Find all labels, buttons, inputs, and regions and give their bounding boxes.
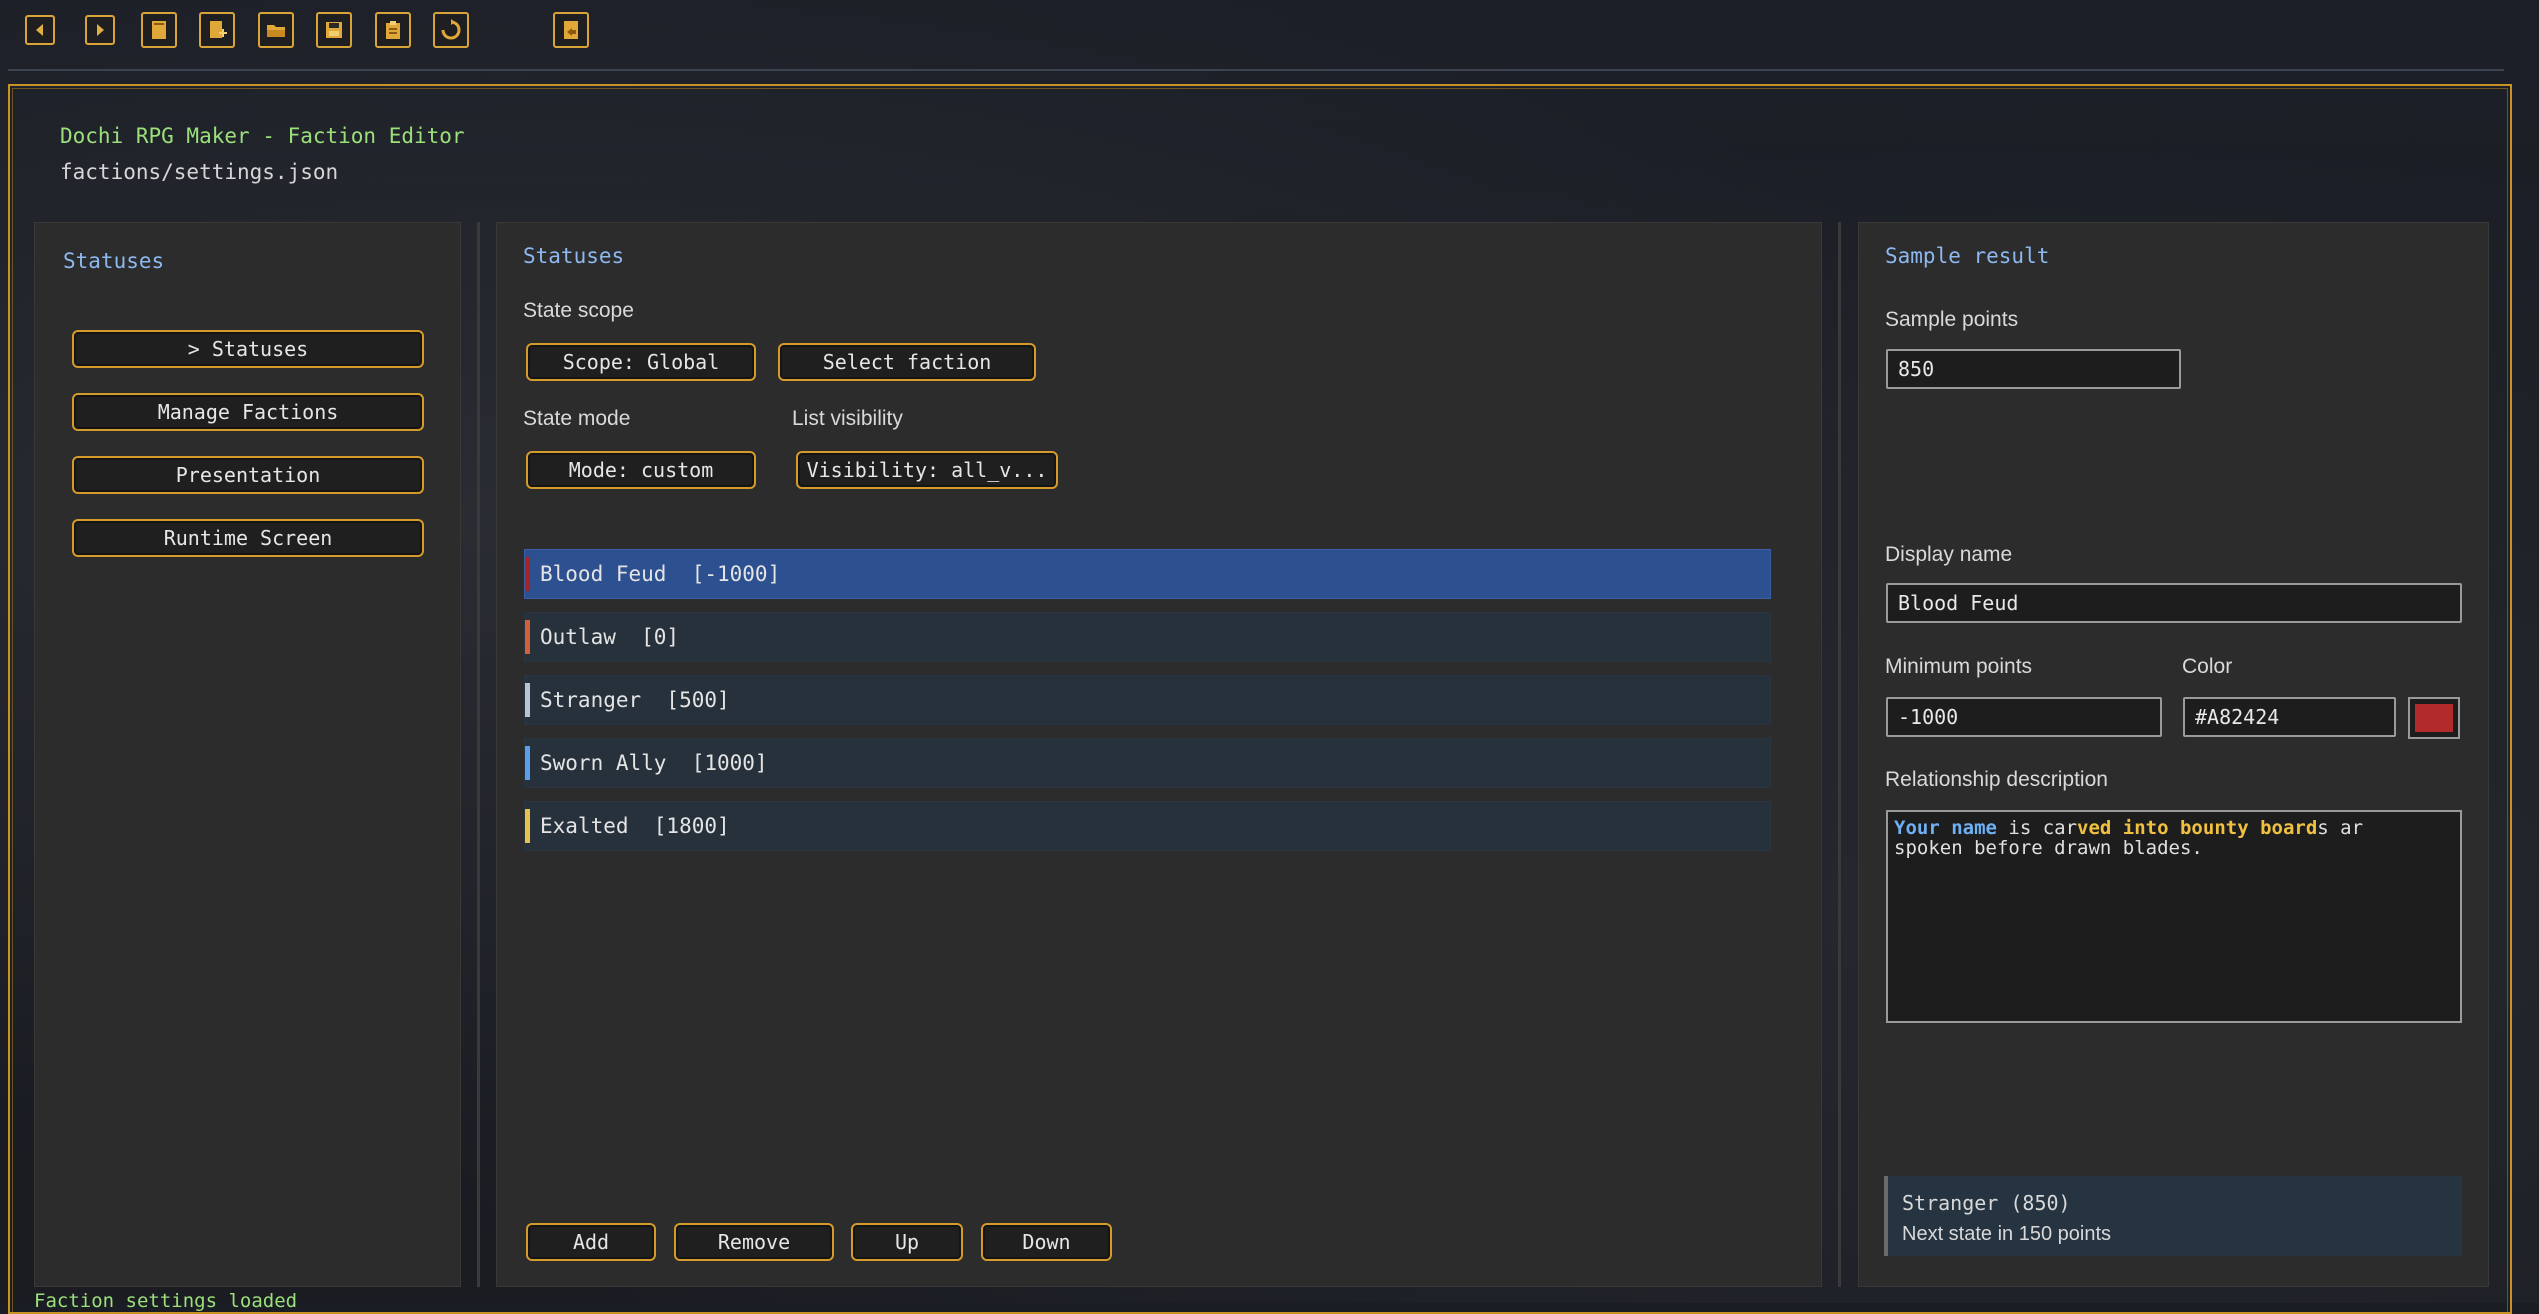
display-name-label: Display name <box>1885 543 2013 566</box>
statuses-heading: Statuses <box>523 244 625 268</box>
down-button[interactable]: Down <box>981 1223 1112 1261</box>
minimum-points-label: Minimum points <box>1885 655 2033 678</box>
clipboard-icon <box>386 21 400 39</box>
reload-button[interactable] <box>433 12 469 48</box>
sidebar-heading: Statuses <box>63 249 165 273</box>
state-scope-label: State scope <box>523 299 634 322</box>
status-label: Stranger [500] <box>540 688 730 712</box>
panel-divider[interactable] <box>477 222 480 1287</box>
color-swatch[interactable] <box>2408 697 2460 739</box>
forward-button[interactable] <box>85 15 115 45</box>
state-mode-label: State mode <box>523 407 631 430</box>
select-faction-button[interactable]: Select faction <box>778 343 1036 381</box>
sidebar-item-statuses[interactable]: > Statuses <box>72 330 424 368</box>
new-file-icon <box>210 21 227 38</box>
status-label: Outlaw [0] <box>540 625 680 649</box>
sidebar-panel <box>34 222 461 1287</box>
status-row[interactable]: Stranger [500] <box>524 675 1771 725</box>
toolbar-divider <box>8 69 2504 71</box>
clipboard-button[interactable] <box>375 12 411 48</box>
description-text: i <box>1996 817 2020 839</box>
status-label: Sworn Ally [1000] <box>540 751 768 775</box>
export-icon <box>564 21 578 39</box>
file-path: factions/settings.json <box>60 160 339 184</box>
sample-result-heading: Sample result <box>1885 244 2050 268</box>
minimum-points-input[interactable]: -1000 <box>1886 697 2162 737</box>
status-color-bar <box>525 620 530 654</box>
status-color-bar <box>525 809 530 843</box>
sidebar-item-presentation[interactable]: Presentation <box>72 456 424 494</box>
back-button[interactable] <box>25 15 55 45</box>
status-label: Exalted [1800] <box>540 814 730 838</box>
description-line-2: spoken before drawn blades. <box>1894 837 2203 859</box>
back-icon <box>36 24 43 36</box>
status-color-bar <box>525 746 530 780</box>
status-row[interactable]: Sworn Ally [1000] <box>524 738 1771 788</box>
sample-result-next: Next state in 150 points <box>1902 1223 2112 1245</box>
list-visibility-label: List visibility <box>792 407 903 430</box>
toolbar <box>0 0 2539 68</box>
color-label: Color <box>2182 655 2233 678</box>
description-line-1: Your name is carved into bounty boards a… <box>1894 818 2454 838</box>
visibility-button[interactable]: Visibility: all_v... <box>796 451 1058 489</box>
panel-divider[interactable] <box>1838 222 1841 1287</box>
status-row[interactable]: Exalted [1800] <box>524 801 1771 851</box>
display-name-input[interactable]: Blood Feud <box>1886 583 2462 623</box>
sample-result-box: Stranger (850) Next state in 150 points <box>1884 1176 2462 1256</box>
app-title: Dochi RPG Maker - Faction Editor <box>60 124 465 148</box>
add-button[interactable]: Add <box>526 1223 656 1261</box>
status-row[interactable]: Outlaw [0] <box>524 612 1771 662</box>
description-highlight-bounty: ved into bounty board <box>2077 817 2318 839</box>
save-icon <box>326 22 342 38</box>
up-button[interactable]: Up <box>851 1223 963 1261</box>
sample-result-state: Stranger (850) <box>1902 1191 2071 1215</box>
save-button[interactable] <box>316 12 352 48</box>
export-button[interactable] <box>553 12 589 48</box>
relationship-description-textarea[interactable]: Your name is carved into bounty boards a… <box>1886 810 2462 1023</box>
scope-button[interactable]: Scope: Global <box>526 343 756 381</box>
status-label: Blood Feud [-1000] <box>540 562 781 586</box>
mode-button[interactable]: Mode: custom <box>526 451 756 489</box>
open-folder-button[interactable] <box>258 12 294 48</box>
description-text: s car <box>2019 817 2078 839</box>
status-row[interactable]: Blood Feud [-1000] <box>524 549 1771 599</box>
book-icon <box>152 21 166 39</box>
description-highlight-name: Your name <box>1894 817 1997 839</box>
book-button[interactable] <box>141 12 177 48</box>
status-color-bar <box>525 557 530 591</box>
status-color-bar <box>525 683 530 717</box>
new-file-button[interactable] <box>199 12 235 48</box>
color-swatch-fill <box>2415 704 2453 732</box>
sample-points-label: Sample points <box>1885 308 2019 331</box>
sidebar-item-runtime-screen[interactable]: Runtime Screen <box>72 519 424 557</box>
description-text: s ar <box>2317 817 2364 839</box>
reload-icon <box>441 19 461 40</box>
sample-points-input[interactable]: 850 <box>1886 349 2181 389</box>
remove-button[interactable]: Remove <box>674 1223 834 1261</box>
sidebar-item-manage-factions[interactable]: Manage Factions <box>72 393 424 431</box>
open-folder-icon <box>267 25 285 37</box>
forward-icon <box>97 24 104 36</box>
color-input[interactable]: #A82424 <box>2183 697 2396 737</box>
relationship-description-label: Relationship description <box>1885 768 2108 791</box>
status-message: Faction settings loaded <box>34 1290 298 1312</box>
